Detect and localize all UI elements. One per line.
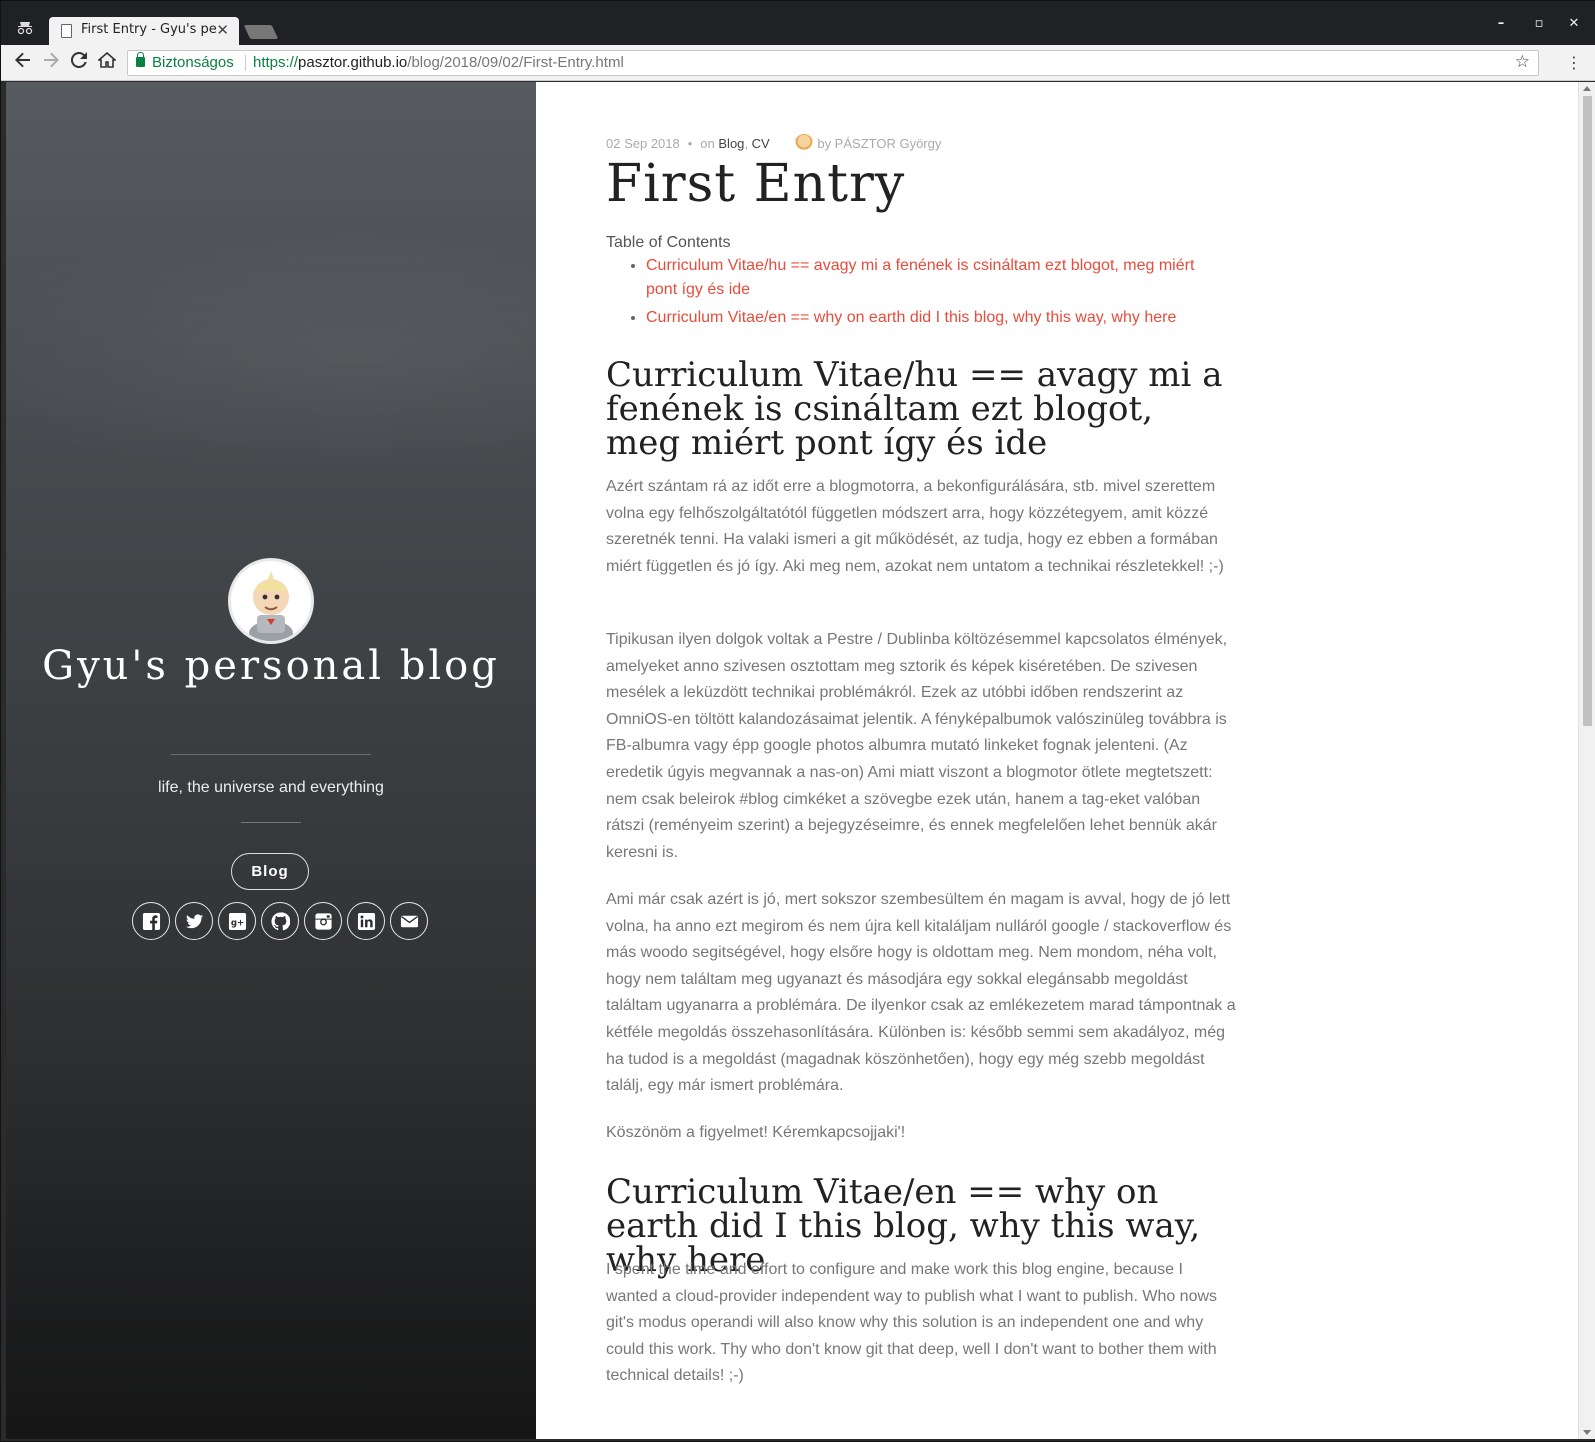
toc-link-en[interactable]: Curriculum Vitae/en == why on earth did … <box>646 309 1176 326</box>
browser-window: First Entry - Gyu's personal blog ✕ – ▫ … <box>0 0 1595 1442</box>
on-label: on <box>700 136 715 151</box>
back-button[interactable] <box>11 51 35 75</box>
facebook-icon[interactable] <box>132 902 170 940</box>
security-label: Biztonságos <box>152 54 234 71</box>
scrollbar-thumb[interactable] <box>1583 96 1592 726</box>
sidebar: Gyu's personal blog life, the universe a… <box>6 82 536 1439</box>
close-window-button[interactable]: ✕ <box>1563 13 1585 35</box>
avatar[interactable] <box>228 558 314 644</box>
paragraph: Azért szántam rá az időt erre a blogmoto… <box>606 478 1224 575</box>
url-text[interactable]: https://pasztor.github.io/blog/2018/09/0… <box>253 54 624 71</box>
url-path: /blog/2018/09/02/First-Entry.html <box>407 54 624 71</box>
browser-menu-icon[interactable]: ⋮ <box>1566 53 1582 72</box>
post-date: 02 Sep 2018 <box>606 136 680 151</box>
url-scheme: https:// <box>253 54 299 71</box>
github-icon[interactable] <box>261 902 299 940</box>
page-icon <box>61 24 72 38</box>
category-link-cv[interactable]: CV <box>752 136 770 151</box>
tab-close-icon[interactable]: ✕ <box>216 21 229 39</box>
tab-active[interactable]: First Entry - Gyu's personal blog ✕ <box>49 17 239 45</box>
paragraph: I spent the time and effort to configure… <box>606 1261 1218 1385</box>
toc-item: Curriculum Vitae/en == why on earth did … <box>646 306 1226 330</box>
home-button[interactable] <box>95 51 119 75</box>
post-author: by PÁSZTOR György <box>817 136 942 151</box>
minimize-button[interactable]: – <box>1490 13 1512 35</box>
tab-strip: First Entry - Gyu's personal blog ✕ – ▫ … <box>1 1 1595 45</box>
tab-title: First Entry - Gyu's personal blog <box>81 22 216 37</box>
email-icon[interactable] <box>390 902 428 940</box>
category-link-blog[interactable]: Blog <box>718 136 744 151</box>
blog-nav-button[interactable]: Blog <box>231 853 309 890</box>
social-links: g+ <box>132 902 428 940</box>
google-plus-icon[interactable]: g+ <box>218 902 256 940</box>
scroll-down-arrow[interactable] <box>1583 1430 1591 1435</box>
toc-title: Table of Contents <box>606 234 731 251</box>
site-tagline: life, the universe and everything <box>158 779 384 796</box>
post-meta: 02 Sep 2018 • on Blog, CV by PÁSZTOR Györg… <box>606 134 942 152</box>
incognito-icon <box>15 19 35 37</box>
author-avatar <box>795 134 814 152</box>
section-heading-hu: Curriculum Vitae/hu == avagy mi a fenéne… <box>606 355 1223 463</box>
post-title: First Entry <box>606 154 906 214</box>
divider <box>241 822 301 823</box>
site-title[interactable]: Gyu's personal blog <box>6 642 536 690</box>
toc-link-hu[interactable]: Curriculum Vitae/hu == avagy mi a fenéne… <box>646 257 1194 298</box>
scroll-up-arrow[interactable] <box>1583 86 1591 91</box>
table-of-contents: Curriculum Vitae/hu == avagy mi a fenéne… <box>646 254 1226 334</box>
bookmark-star-icon[interactable]: ☆ <box>1515 52 1530 72</box>
paragraph: Ami már csak azért is jó, mert sokszor s… <box>606 891 1236 1095</box>
url-host: pasztor.github.io <box>298 54 408 71</box>
instagram-icon[interactable] <box>304 902 342 940</box>
svg-text:g+: g+ <box>230 918 243 928</box>
meta-separator: • <box>687 136 693 151</box>
scrollbar[interactable] <box>1578 82 1595 1439</box>
address-bar[interactable]: Biztonságos https://pasztor.github.io/bl… <box>127 50 1539 76</box>
divider <box>171 754 371 755</box>
lock-icon <box>136 52 145 67</box>
new-tab-button[interactable] <box>243 25 279 39</box>
paragraph: Tipikusan ilyen dolgok voltak a Pestre /… <box>606 631 1228 861</box>
twitter-icon[interactable] <box>175 902 213 940</box>
paragraph: Köszönöm a figyelmet! Kéremkapcsojjaki'! <box>606 1124 906 1141</box>
toc-item: Curriculum Vitae/hu == avagy mi a fenéne… <box>646 254 1226 302</box>
maximize-button[interactable]: ▫ <box>1528 13 1550 35</box>
browser-toolbar: Biztonságos https://pasztor.github.io/bl… <box>1 45 1595 81</box>
forward-button[interactable] <box>39 51 63 75</box>
reload-button[interactable] <box>67 51 91 75</box>
address-divider <box>245 55 246 71</box>
linkedin-icon[interactable] <box>347 902 385 940</box>
main-content: 02 Sep 2018 • on Blog, CV by PÁSZTOR Györg… <box>536 82 1578 1439</box>
